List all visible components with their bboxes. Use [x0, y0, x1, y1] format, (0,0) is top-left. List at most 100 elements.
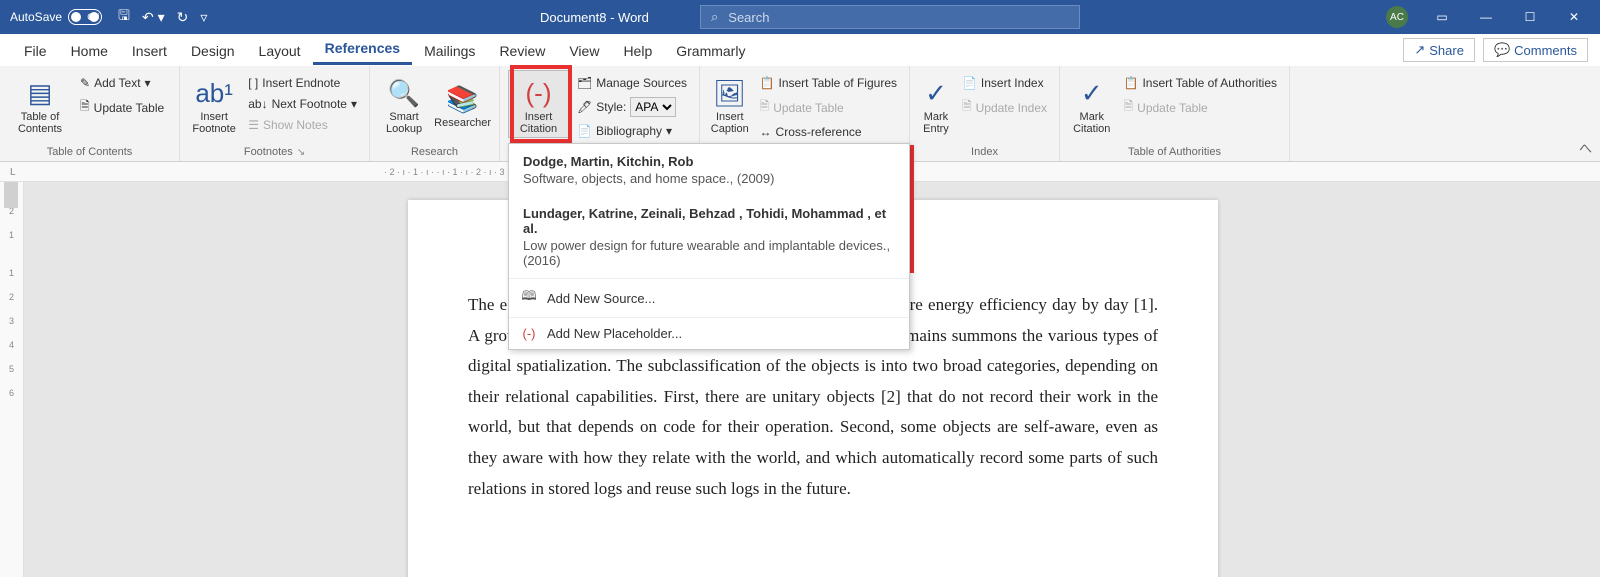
mark-citation-button[interactable]: ✓ Mark Citation: [1068, 70, 1116, 138]
show-notes-button[interactable]: ☰Show Notes: [244, 116, 361, 134]
cross-reference-button[interactable]: ↔Cross-reference: [756, 123, 901, 141]
endnote-icon: [ ]: [248, 76, 258, 90]
autosave-label: AutoSave: [10, 10, 62, 24]
citation-item[interactable]: Dodge, Martin, Kitchin, Rob Software, ob…: [509, 144, 909, 196]
manage-sources-button[interactable]: 🗂Manage Sources: [573, 74, 691, 92]
close-icon[interactable]: ✕: [1554, 0, 1594, 34]
ribbon-tabs: File Home Insert Design Layout Reference…: [0, 34, 1600, 66]
style-select[interactable]: 🖊Style: APA: [573, 95, 691, 119]
document-title: Document8 - Word: [540, 10, 649, 25]
tab-references[interactable]: References: [313, 34, 413, 65]
group-label: Research: [378, 143, 491, 161]
next-footnote-button[interactable]: ab↓Next Footnote ▾: [244, 95, 361, 113]
group-label: Index: [918, 143, 1051, 161]
update-toa-button[interactable]: 🗎Update Table: [1120, 95, 1281, 120]
undo-icon[interactable]: ↶ ▾: [142, 9, 165, 26]
tab-review[interactable]: Review: [487, 37, 557, 65]
group-label: Footnotes↘: [188, 143, 361, 161]
minimize-icon[interactable]: ―: [1466, 0, 1506, 34]
smart-lookup-button[interactable]: 🔍 Smart Lookup: [378, 70, 430, 138]
user-avatar[interactable]: AC: [1386, 6, 1408, 28]
smart-lookup-icon: 🔍: [388, 78, 420, 109]
caption-icon: 🖼: [713, 78, 746, 109]
maximize-icon[interactable]: ☐: [1510, 0, 1550, 34]
insert-caption-button[interactable]: 🖼 Insert Caption: [708, 70, 752, 138]
insert-index-icon: 📄: [962, 76, 977, 90]
group-label: Table of Authorities: [1068, 143, 1281, 161]
tab-design[interactable]: Design: [179, 37, 247, 65]
search-input[interactable]: ⌕ Search: [700, 5, 1080, 29]
insert-endnote-button[interactable]: [ ]Insert Endnote: [244, 74, 361, 92]
tab-help[interactable]: Help: [611, 37, 664, 65]
table-of-contents-button[interactable]: ▤ Table of Contents: [8, 70, 72, 138]
comment-icon: 💬: [1494, 42, 1510, 58]
qat-dropdown-icon[interactable]: ▿: [200, 9, 207, 26]
tab-file[interactable]: File: [12, 37, 59, 65]
citation-icon: (-): [526, 78, 552, 109]
update-icon: 🗎: [962, 97, 972, 118]
dialog-launcher-icon[interactable]: ↘: [297, 147, 305, 158]
citation-source: Low power design for future wearable and…: [523, 238, 895, 268]
add-text-icon: ✎: [80, 76, 90, 90]
tab-grammarly[interactable]: Grammarly: [664, 37, 757, 65]
update-index-button[interactable]: 🗎Update Index: [958, 95, 1051, 120]
ribbon-display-icon[interactable]: ▭: [1422, 0, 1462, 34]
collapse-ribbon-icon[interactable]: へ: [1579, 138, 1592, 157]
bibliography-button[interactable]: 📄Bibliography ▾: [573, 122, 691, 140]
update-icon: 🗎: [80, 97, 90, 118]
insert-table-figures-button[interactable]: 📋Insert Table of Figures: [756, 74, 901, 92]
tab-home[interactable]: Home: [59, 37, 120, 65]
mark-entry-button[interactable]: ✓ Mark Entry: [918, 70, 954, 138]
toa-icon: 📋: [1124, 76, 1139, 90]
tab-insert[interactable]: Insert: [120, 37, 179, 65]
insert-citation-dropdown: Dodge, Martin, Kitchin, Rob Software, ob…: [508, 143, 910, 350]
add-placeholder-icon: (-): [521, 326, 537, 341]
update-icon: 🗎: [1124, 97, 1134, 118]
researcher-icon: 📚: [446, 84, 478, 115]
chevron-down-icon: ▾: [666, 124, 672, 138]
titlebar: AutoSave Off 🖫 ↶ ▾ ↻ ▿ Document8 - Word …: [0, 0, 1600, 34]
insert-index-button[interactable]: 📄Insert Index: [958, 74, 1051, 92]
group-label: Table of Contents: [8, 143, 171, 161]
style-dropdown[interactable]: APA: [630, 97, 676, 117]
footnote-icon: ab¹: [195, 78, 233, 109]
update-table-button[interactable]: 🗎Update Table: [76, 95, 168, 120]
update-table-figures-button[interactable]: 🗎Update Table: [756, 95, 901, 120]
insert-toa-button[interactable]: 📋Insert Table of Authorities: [1120, 74, 1281, 92]
vertical-ruler[interactable]: 2 1 1 2 3 4 5 6: [0, 182, 24, 577]
show-notes-icon: ☰: [248, 118, 259, 132]
tab-view[interactable]: View: [557, 37, 611, 65]
add-text-button[interactable]: ✎Add Text ▾: [76, 74, 168, 92]
tab-layout[interactable]: Layout: [247, 37, 313, 65]
share-icon: ↗: [1414, 42, 1425, 58]
add-new-source-button[interactable]: 🕮 Add New Source...: [509, 278, 909, 317]
autosave-toggle[interactable]: AutoSave Off: [10, 9, 102, 25]
tab-selector[interactable]: L: [10, 167, 16, 178]
style-icon: 🖊: [577, 100, 592, 114]
researcher-button[interactable]: 📚 Researcher: [434, 70, 491, 138]
comments-button[interactable]: 💬Comments: [1483, 38, 1588, 62]
crossref-icon: ↔: [760, 125, 772, 139]
mark-entry-icon: ✓: [925, 78, 947, 109]
save-icon[interactable]: 🖫: [118, 5, 130, 29]
update-icon: 🗎: [760, 97, 770, 118]
next-footnote-icon: ab↓: [248, 97, 267, 111]
citation-authors: Dodge, Martin, Kitchin, Rob: [523, 154, 895, 169]
share-button[interactable]: ↗Share: [1403, 38, 1475, 62]
manage-sources-icon: 🗂: [577, 76, 592, 90]
citation-authors: Lundager, Katrine, Zeinali, Behzad , Toh…: [523, 206, 895, 236]
add-source-icon: 🕮: [521, 287, 537, 309]
insert-footnote-button[interactable]: ab¹ Insert Footnote: [188, 70, 240, 138]
citation-source: Software, objects, and home space., (200…: [523, 171, 895, 186]
chevron-down-icon: ▾: [145, 76, 151, 90]
toc-icon: ▤: [28, 78, 53, 109]
redo-icon[interactable]: ↻: [177, 9, 189, 26]
figures-icon: 📋: [760, 76, 775, 90]
citation-item[interactable]: Lundager, Katrine, Zeinali, Behzad , Toh…: [509, 196, 909, 278]
chevron-down-icon: ▾: [351, 97, 357, 111]
bibliography-icon: 📄: [577, 124, 592, 138]
add-new-placeholder-button[interactable]: (-) Add New Placeholder...: [509, 317, 909, 349]
tab-mailings[interactable]: Mailings: [412, 37, 487, 65]
insert-citation-button[interactable]: (-) Insert Citation: [508, 70, 569, 138]
search-placeholder: Search: [728, 10, 769, 25]
